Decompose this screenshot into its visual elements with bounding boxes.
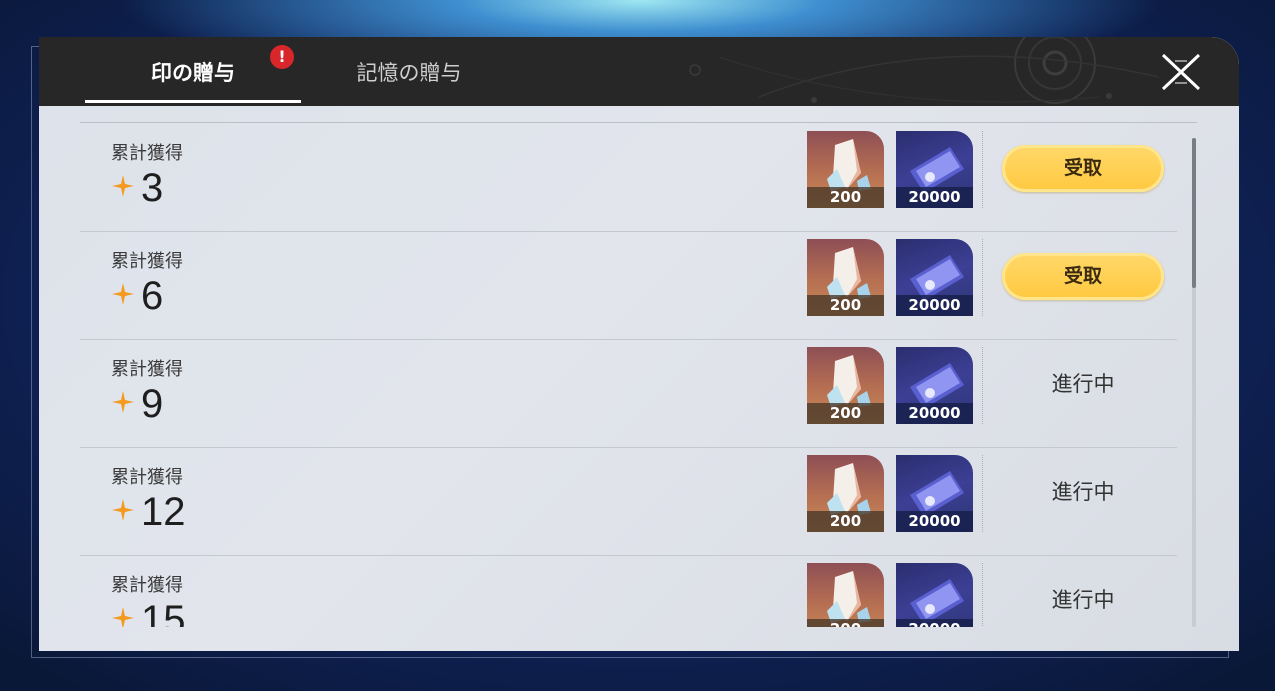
reward-crystal[interactable]: 200 [807, 455, 884, 532]
close-x-icon [1161, 53, 1201, 91]
star-icon [112, 391, 134, 413]
reward-separator [982, 563, 983, 627]
milestone-count: 6 [141, 274, 164, 318]
tab-memory-gift-label: 記憶の贈与 [356, 61, 462, 85]
star-icon [112, 283, 134, 305]
scrollbar[interactable] [1192, 138, 1196, 627]
in-progress-status: 進行中 [1051, 372, 1115, 396]
crystal-icon [827, 571, 871, 623]
claim-button[interactable]: 受取 [1002, 253, 1164, 300]
milestone-count: 9 [141, 382, 164, 426]
milestone-row: 累計獲得 3 200 20000 受取 [80, 123, 1177, 232]
alert-badge-icon: ! [270, 45, 294, 69]
star-icon [112, 607, 134, 627]
milestone-label: 累計獲得 [111, 143, 183, 164]
tab-seal-gift-label: 印の贈与 [151, 61, 235, 85]
reward-quantity: 200 [807, 403, 884, 424]
milestone-row: 累計獲得 12 200 20000 進行中 [80, 447, 1177, 556]
milestone-list[interactable]: 累計獲得 3 200 20000 受取 累計獲得 6 200 20000 受取 … [39, 123, 1239, 627]
reward-quantity: 20000 [896, 403, 973, 424]
claim-button[interactable]: 受取 [1002, 145, 1164, 192]
milestone-label: 累計獲得 [111, 467, 183, 488]
close-button[interactable] [1157, 51, 1205, 93]
rewards-panel: 印の贈与 ! 記憶の贈与 累計獲得 3 200 20000 受取 累計獲得 6 … [39, 37, 1239, 651]
in-progress-status: 進行中 [1051, 588, 1115, 612]
reward-crystal[interactable]: 200 [807, 347, 884, 424]
milestone-label: 累計獲得 [111, 575, 183, 596]
reward-ticket[interactable]: 20000 [896, 239, 973, 316]
reward-quantity: 20000 [896, 619, 973, 627]
tab-memory-gift[interactable]: 記憶の贈与 [339, 37, 479, 106]
reward-quantity: 20000 [896, 295, 973, 316]
reward-crystal[interactable]: 200 [807, 239, 884, 316]
reward-separator [982, 455, 983, 532]
reward-ticket[interactable]: 20000 [896, 131, 973, 208]
milestone-label: 累計獲得 [111, 251, 183, 272]
reward-separator [982, 239, 983, 316]
reward-crystal[interactable]: 200 [807, 563, 884, 627]
ticket-icon [910, 579, 964, 625]
milestone-row: 累計獲得 15 200 20000 [80, 555, 1177, 627]
reward-quantity: 20000 [896, 511, 973, 532]
reward-separator [982, 131, 983, 208]
reward-quantity: 200 [807, 187, 884, 208]
milestone-row: 累計獲得 9 200 20000 進行中 [80, 339, 1177, 448]
milestone-label: 累計獲得 [111, 359, 183, 380]
star-icon [112, 499, 134, 521]
milestone-count: 15 [141, 598, 186, 627]
reward-ticket[interactable]: 20000 [896, 563, 973, 627]
in-progress-status: 進行中 [1051, 480, 1115, 504]
tab-header: 印の贈与 ! 記憶の贈与 [39, 37, 1239, 106]
milestone-count: 3 [141, 166, 164, 210]
reward-separator [982, 347, 983, 424]
active-tab-underline [85, 100, 301, 103]
reward-ticket[interactable]: 20000 [896, 455, 973, 532]
reward-quantity: 200 [807, 619, 884, 627]
reward-quantity: 20000 [896, 187, 973, 208]
tab-seal-gift[interactable]: 印の贈与 [85, 37, 301, 106]
scrollbar-thumb[interactable] [1192, 138, 1196, 288]
reward-crystal[interactable]: 200 [807, 131, 884, 208]
star-icon [112, 175, 134, 197]
milestone-count: 12 [141, 490, 186, 534]
milestone-row: 累計獲得 6 200 20000 受取 [80, 231, 1177, 340]
reward-quantity: 200 [807, 295, 884, 316]
reward-ticket[interactable]: 20000 [896, 347, 973, 424]
reward-quantity: 200 [807, 511, 884, 532]
